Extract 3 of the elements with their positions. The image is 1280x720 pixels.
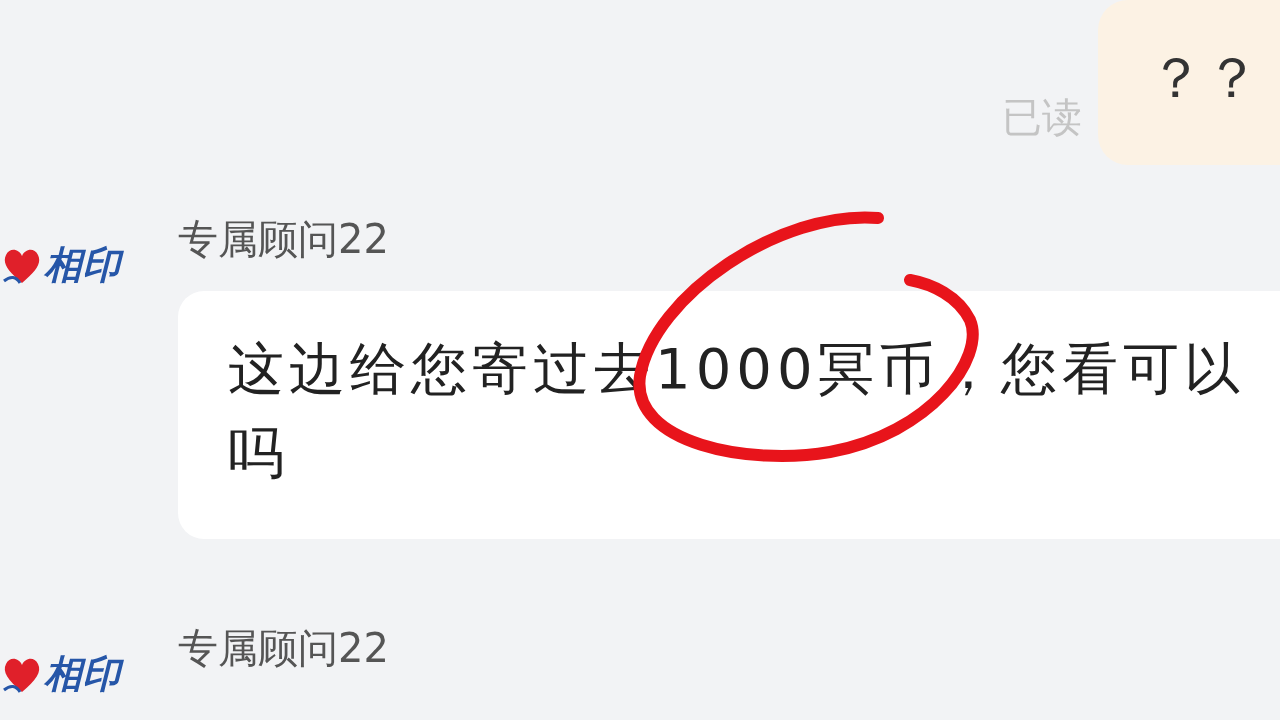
sender-name: 专属顾问22 [178,624,390,672]
message-bubble: ？？ [1098,0,1280,165]
sender-name: 专属顾问22 [178,215,390,263]
